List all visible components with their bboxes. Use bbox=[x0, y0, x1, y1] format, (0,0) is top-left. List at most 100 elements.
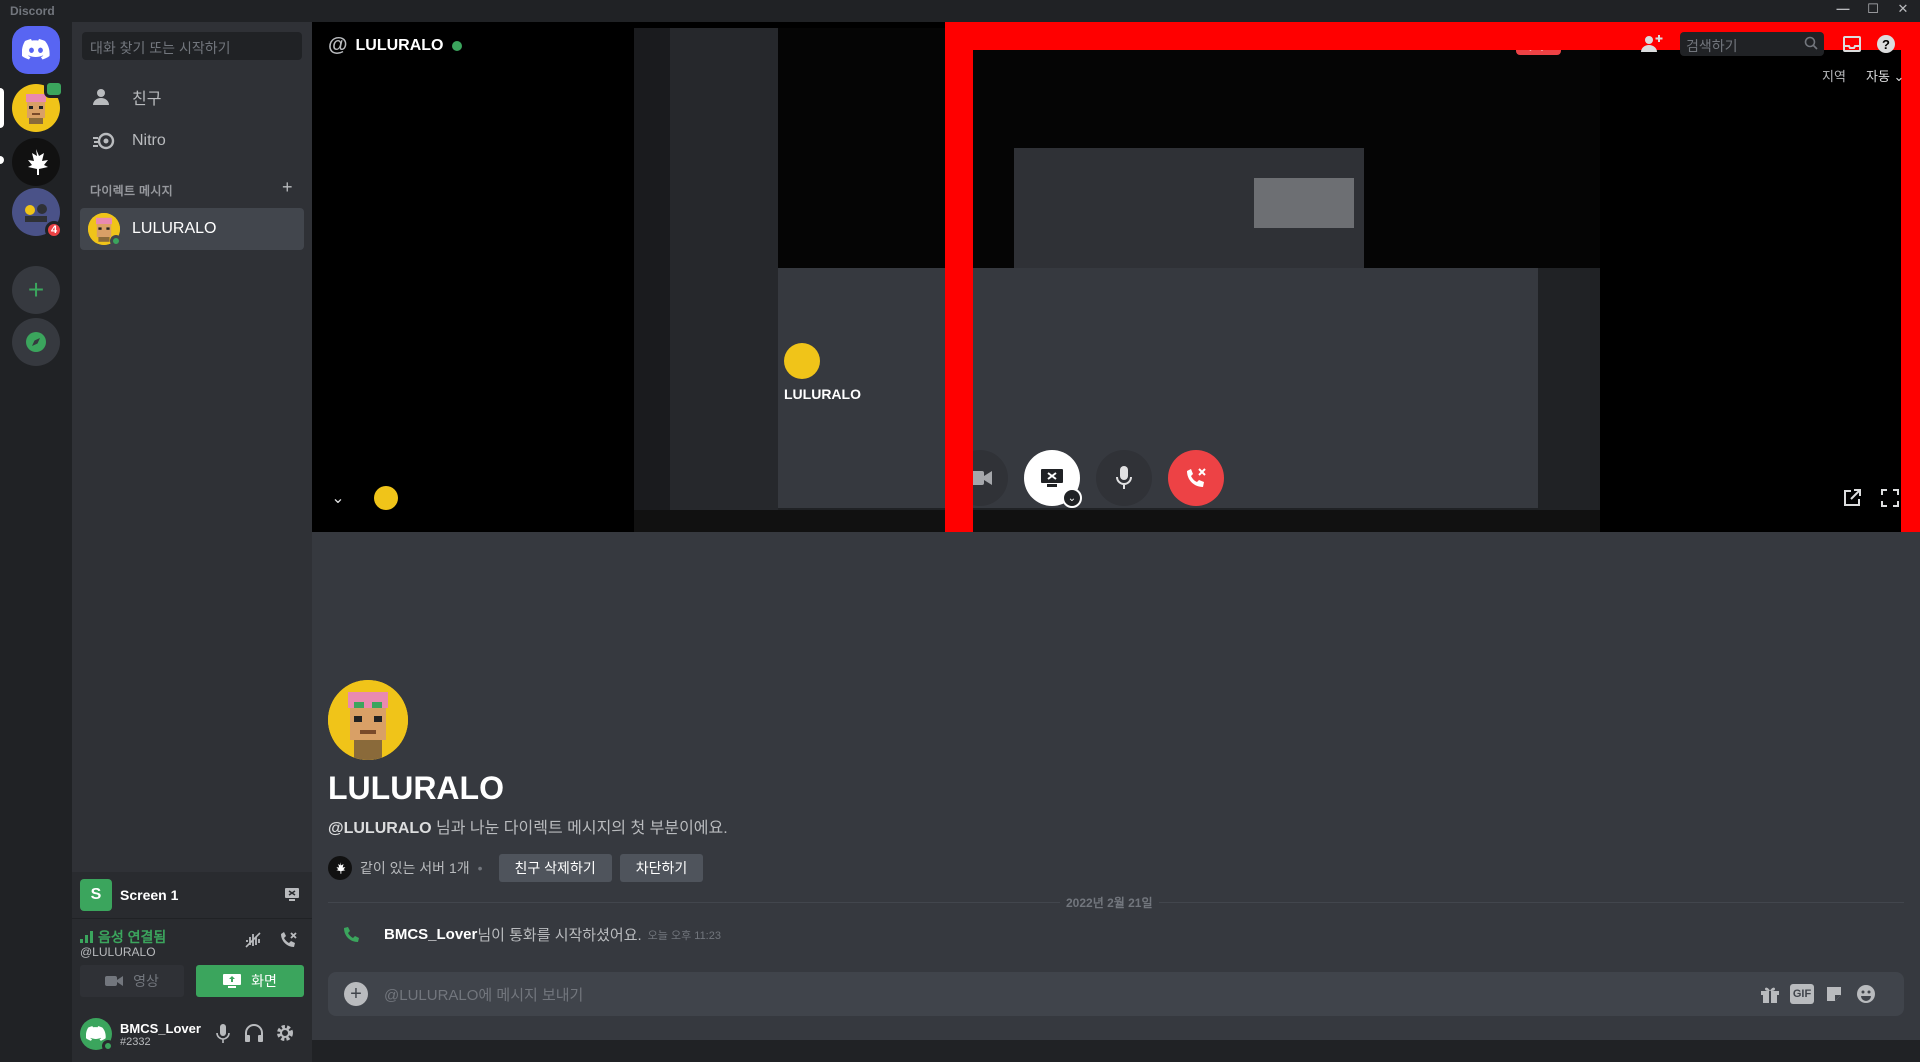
group-avatar-icon bbox=[25, 204, 47, 222]
svg-text:?: ? bbox=[1882, 37, 1890, 52]
nav-item-friends[interactable]: 친구 bbox=[80, 76, 304, 118]
stop-stream-icon[interactable] bbox=[284, 886, 300, 907]
attach-button[interactable]: + bbox=[344, 982, 368, 1006]
screen-share-icon bbox=[223, 974, 242, 988]
online-status-icon bbox=[110, 235, 122, 247]
app-title: Discord bbox=[10, 4, 55, 18]
create-dm-icon[interactable]: + bbox=[282, 177, 293, 198]
dm-item-luluralo[interactable]: LULURALO bbox=[80, 208, 304, 250]
call-timestamp: 오늘 오후 11:23 bbox=[647, 929, 721, 942]
date-label: 2022년 2월 21일 bbox=[1060, 894, 1159, 911]
sticker-icon[interactable] bbox=[1822, 982, 1846, 1006]
chevron-down-icon[interactable]: ⌄ bbox=[1062, 488, 1082, 508]
search-input[interactable]: 검색하기 bbox=[1680, 32, 1824, 56]
server-list: 4 + bbox=[0, 22, 72, 1040]
noise-suppression-icon[interactable] bbox=[244, 931, 262, 954]
compass-icon bbox=[26, 332, 46, 352]
help-icon[interactable]: ? bbox=[1874, 32, 1898, 56]
dm-search-input[interactable]: 대화 찾기 또는 시작하기 bbox=[82, 32, 302, 60]
unread-pill bbox=[0, 156, 4, 164]
gif-button[interactable]: GIF bbox=[1790, 984, 1814, 1004]
search-placeholder: 검색하기 bbox=[1686, 38, 1738, 54]
avatar bbox=[88, 213, 122, 247]
screen-share-toggle-button[interactable]: ⌄ bbox=[1024, 450, 1082, 508]
screen-label: 화면 bbox=[251, 973, 277, 989]
nav-item-nitro[interactable]: Nitro bbox=[80, 120, 304, 162]
stream-name: LULURALO bbox=[784, 386, 861, 402]
add-server-button[interactable]: + bbox=[12, 266, 60, 314]
fullscreen-icon[interactable] bbox=[1878, 486, 1902, 510]
close-icon[interactable]: ✕ bbox=[1888, 1, 1918, 21]
user-avatar[interactable] bbox=[80, 1018, 114, 1052]
composer-placeholder: @LULURALO에 메시지 보내기 bbox=[384, 986, 584, 1004]
minimize-icon[interactable]: — bbox=[1828, 1, 1858, 21]
server-icon-1[interactable] bbox=[12, 80, 64, 132]
gear-icon[interactable] bbox=[276, 1024, 294, 1047]
microphone-icon bbox=[1116, 466, 1132, 489]
inbox-icon[interactable] bbox=[1840, 32, 1864, 56]
home-button[interactable] bbox=[12, 26, 60, 74]
stream-taskbar bbox=[634, 510, 1600, 532]
maximize-icon[interactable]: ☐ bbox=[1858, 1, 1888, 21]
separator-dot: • bbox=[477, 860, 483, 876]
stream-guild-column bbox=[634, 28, 670, 532]
screen-share-button[interactable]: 화면 bbox=[196, 965, 304, 997]
mutual-servers[interactable]: 같이 있는 서버 1개 bbox=[360, 858, 470, 878]
stop-screen-share-icon bbox=[1041, 469, 1063, 487]
emoji-icon[interactable] bbox=[1854, 982, 1878, 1006]
popout-icon[interactable] bbox=[1840, 486, 1864, 510]
camera-button[interactable] bbox=[952, 450, 1008, 506]
hang-up-icon bbox=[1187, 468, 1206, 487]
online-status-icon bbox=[102, 1040, 114, 1052]
online-status-icon bbox=[451, 40, 462, 51]
stream-nested-preview bbox=[1254, 178, 1354, 228]
nav-label-friends: 친구 bbox=[132, 91, 162, 108]
stream-avatar bbox=[784, 343, 820, 379]
friends-icon bbox=[93, 89, 109, 105]
chat-area: LULURALO @LULURALO 님과 나눈 다이렉트 메시지의 첫 부분이… bbox=[312, 532, 1920, 1040]
profile-name: LULURALO bbox=[328, 770, 504, 806]
server-icon-2[interactable] bbox=[12, 138, 60, 186]
server-icon-3[interactable]: 4 bbox=[12, 188, 63, 239]
gift-icon[interactable] bbox=[1758, 982, 1782, 1006]
region-select[interactable]: 자동 ⌄ bbox=[1866, 66, 1904, 85]
stream-source-icon: S bbox=[80, 879, 112, 911]
dm-item-name: LULURALO bbox=[132, 220, 217, 237]
user-tag: #2332 bbox=[120, 1035, 151, 1048]
stream-chat-region bbox=[778, 268, 1538, 508]
participant-avatar[interactable] bbox=[374, 486, 398, 510]
mutual-servers-row: 같이 있는 서버 1개 • 친구 삭제하기 차단하기 bbox=[328, 854, 704, 882]
voice-status-row: 음성 연결됨 bbox=[80, 927, 166, 947]
hang-up-button[interactable] bbox=[1168, 450, 1224, 506]
at-icon: @ bbox=[328, 34, 348, 56]
search-icon bbox=[1804, 36, 1818, 53]
explore-servers-button[interactable] bbox=[12, 318, 60, 366]
call-text: 님이 통화를 시작하셨어요. bbox=[477, 927, 642, 944]
block-button[interactable]: 차단하기 bbox=[619, 854, 704, 882]
message-composer[interactable]: + @LULURALO에 메시지 보내기 GIF bbox=[328, 972, 1904, 1016]
microphone-icon[interactable] bbox=[216, 1024, 230, 1049]
mention-badge: 4 bbox=[45, 221, 63, 239]
stream-video[interactable]: LULURALO 라이브 ⌄ bbox=[634, 28, 1600, 532]
video-label: 영상 bbox=[133, 973, 159, 989]
disconnect-icon[interactable] bbox=[278, 931, 298, 954]
stream-panel: S Screen 1 bbox=[72, 872, 312, 918]
title-bar: Discord — ☐ ✕ bbox=[0, 0, 1920, 22]
call-user[interactable]: BMCS_Lover bbox=[384, 926, 477, 943]
headphones-icon[interactable] bbox=[244, 1024, 264, 1047]
call-header: @ LULURALO bbox=[328, 34, 462, 57]
call-system-message: BMCS_Lover 님이 통화를 시작하셨어요. 오늘 오후 11:23 bbox=[342, 924, 721, 945]
remove-friend-button[interactable]: 친구 삭제하기 bbox=[498, 854, 612, 882]
dm-header: 다이렉트 메시지 bbox=[90, 184, 174, 198]
intro-handle: @LULURALO bbox=[328, 820, 432, 837]
add-friend-icon[interactable] bbox=[1640, 32, 1664, 56]
video-button[interactable]: 영상 bbox=[80, 965, 184, 997]
intro-body: 님과 나눈 다이렉트 메시지의 첫 부분이에요. bbox=[431, 820, 728, 837]
stream-sidebar bbox=[670, 28, 778, 532]
camera-icon bbox=[968, 471, 992, 485]
call-header-name: LULURALO bbox=[355, 36, 444, 54]
microphone-button[interactable] bbox=[1096, 450, 1152, 506]
profile-avatar bbox=[328, 680, 408, 760]
collapse-chevron-icon[interactable]: ⌄ bbox=[326, 486, 350, 510]
server-icon[interactable] bbox=[328, 856, 352, 880]
